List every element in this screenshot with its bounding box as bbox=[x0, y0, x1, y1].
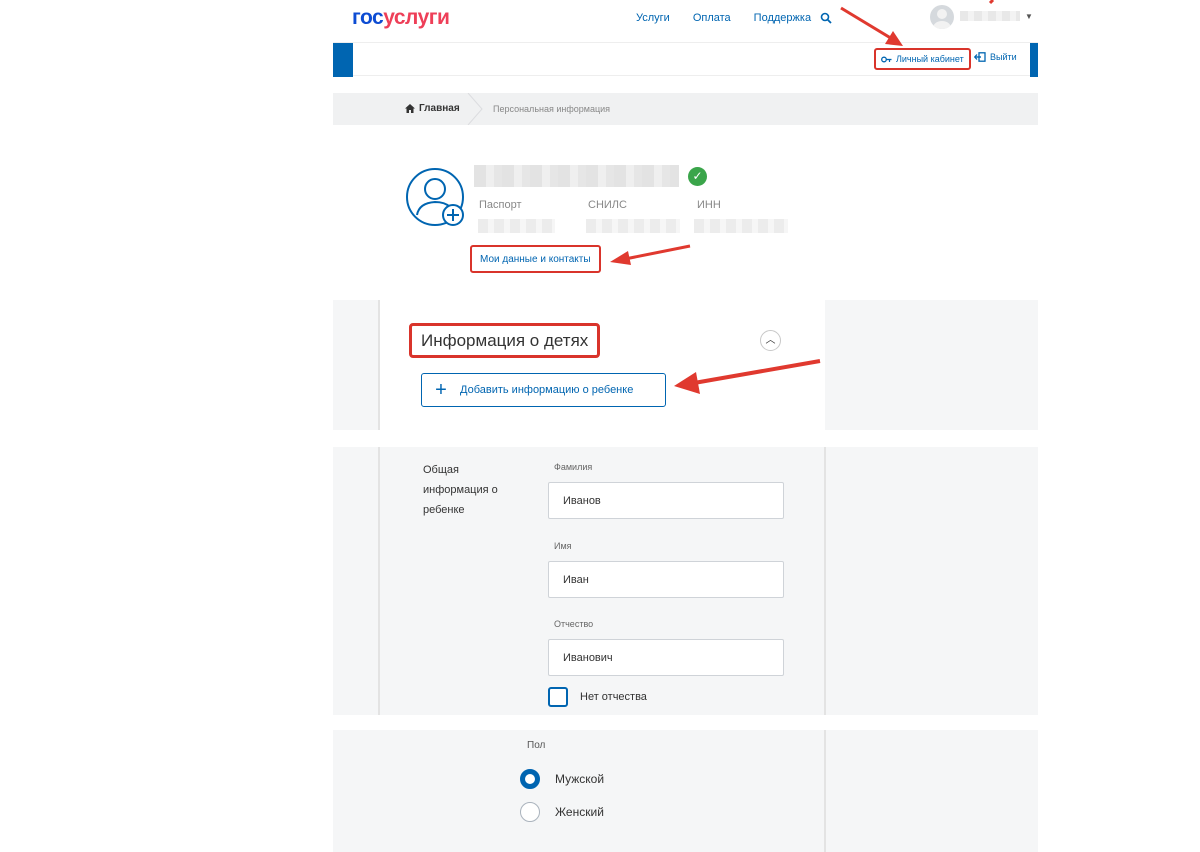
chevron-down-icon[interactable]: ▼ bbox=[1025, 12, 1033, 21]
nav-support[interactable]: Поддержка bbox=[754, 12, 811, 24]
snils-value-redacted bbox=[586, 219, 680, 233]
passport-value-redacted bbox=[478, 219, 555, 233]
surname-label: Фамилия bbox=[554, 462, 593, 472]
gender-female-radio[interactable] bbox=[520, 802, 540, 822]
verified-check-icon: ✓ bbox=[688, 167, 707, 186]
home-icon bbox=[405, 104, 415, 113]
snils-label: СНИЛС bbox=[588, 199, 627, 211]
page: госуслуги Услуги Оплата Поддержка ▼ Личн… bbox=[0, 0, 1200, 852]
my-data-contacts-link[interactable]: Мои данные и контакты bbox=[470, 245, 601, 273]
personal-cabinet-link[interactable]: Личный кабинет bbox=[874, 48, 971, 70]
name-input[interactable]: Иван bbox=[548, 561, 784, 598]
arrow-to-cabinet bbox=[840, 6, 903, 46]
inn-label: ИНН bbox=[697, 199, 721, 211]
breadcrumb-current: Персональная информация bbox=[493, 104, 611, 114]
user-name-redacted[interactable] bbox=[960, 11, 1020, 21]
right-accent bbox=[1030, 43, 1038, 77]
search-icon[interactable] bbox=[820, 12, 832, 24]
gender-female-label: Женский bbox=[555, 805, 604, 819]
inn-value-redacted bbox=[694, 219, 788, 233]
add-child-button[interactable]: + Добавить информацию о ребенке bbox=[421, 373, 666, 407]
logout-icon bbox=[974, 52, 986, 62]
chevron-up-icon[interactable]: ︿ bbox=[760, 330, 781, 351]
patronymic-input[interactable]: Иванович bbox=[548, 639, 784, 676]
gender-label: Пол bbox=[527, 740, 546, 751]
no-patronymic-checkbox[interactable] bbox=[548, 687, 568, 707]
children-panel bbox=[380, 300, 825, 430]
arrow-to-my-data bbox=[610, 244, 691, 265]
user-icon bbox=[933, 9, 951, 29]
patronymic-value: Иванович bbox=[563, 651, 613, 664]
gosuslugi-logo[interactable]: госуслуги bbox=[352, 6, 450, 30]
gender-edge-right bbox=[824, 730, 826, 852]
nav-services[interactable]: Услуги bbox=[636, 12, 670, 24]
logo-part-2: услуги bbox=[383, 6, 450, 29]
patronymic-label: Отчество bbox=[554, 619, 594, 629]
children-panel-tail bbox=[380, 430, 620, 446]
gender-male-label: Мужской bbox=[555, 772, 605, 786]
breadcrumb-home[interactable]: Главная bbox=[405, 103, 460, 114]
key-icon bbox=[881, 56, 892, 62]
personal-cabinet-label: Личный кабинет bbox=[896, 54, 964, 64]
breadcrumb-home-label: Главная bbox=[419, 103, 460, 114]
logout-label: Выйти bbox=[990, 52, 1017, 62]
name-value: Иван bbox=[563, 573, 589, 586]
no-patronymic-label: Нет отчества bbox=[580, 691, 647, 703]
logo-part-1: гос bbox=[352, 6, 384, 29]
gender-male-radio[interactable] bbox=[520, 769, 540, 789]
full-name-redacted bbox=[474, 165, 679, 187]
name-label: Имя bbox=[554, 541, 572, 551]
breadcrumb-separator bbox=[467, 93, 483, 125]
add-child-label: Добавить информацию о ребенке bbox=[460, 384, 634, 396]
form-edge-right bbox=[824, 447, 826, 715]
add-photo-avatar-icon[interactable] bbox=[405, 167, 467, 229]
children-section-title: Информация о детях bbox=[409, 323, 601, 358]
form-edge-left bbox=[378, 447, 380, 715]
general-info-label: Общая информация о ребенке bbox=[423, 464, 498, 516]
panel-edge-left bbox=[378, 300, 380, 430]
children-title-text: Информация о детях bbox=[421, 330, 589, 350]
surname-input[interactable]: Иванов bbox=[548, 482, 784, 519]
left-accent bbox=[333, 43, 353, 77]
passport-label: Паспорт bbox=[479, 199, 522, 211]
surname-value: Иванов bbox=[563, 494, 601, 507]
arrow-to-user-menu bbox=[988, 0, 995, 5]
nav-payment[interactable]: Оплата bbox=[693, 12, 731, 24]
user-avatar[interactable] bbox=[930, 5, 954, 29]
gender-section bbox=[333, 730, 1038, 852]
logout-link[interactable]: Выйти bbox=[974, 52, 1017, 62]
my-data-contacts-label: Мои данные и контакты bbox=[480, 253, 591, 265]
plus-icon: + bbox=[435, 378, 447, 401]
top-nav: Услуги Оплата Поддержка bbox=[636, 12, 811, 24]
